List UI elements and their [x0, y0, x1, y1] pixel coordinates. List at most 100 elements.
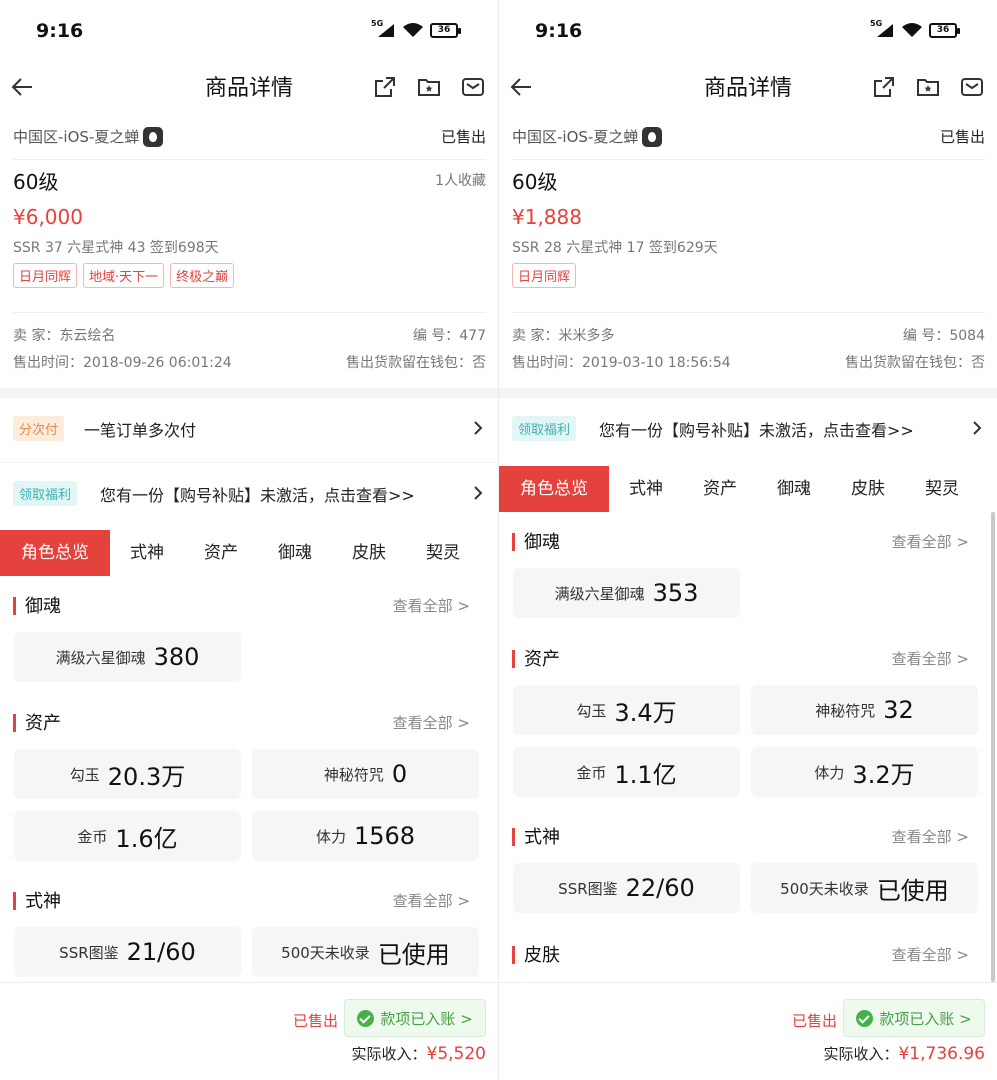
payment-status-button[interactable]: 款项已入账 > [344, 999, 486, 1037]
stat-card: 体力 3.2万 [751, 747, 978, 797]
tab-contract[interactable]: 契灵 [905, 466, 979, 512]
section-header: 资产 查看全部 > [512, 645, 969, 671]
chevron-right-icon [472, 420, 484, 436]
promo-installment[interactable]: 分次付 一笔订单多次付 [0, 398, 498, 460]
item-code: 编 号：5084 [902, 328, 985, 344]
stat-card: 500天未收录 已使用 [252, 927, 479, 977]
status-time: 9:16 [535, 20, 583, 42]
section-header: 皮肤 查看全部 > [512, 941, 969, 967]
actual-income: 实际收入：¥5,520 [351, 1044, 487, 1064]
nav-bar: 商品详情 [499, 64, 997, 112]
section-header: 御魂 查看全部 > [512, 528, 969, 554]
sold-status: 已售出 [440, 128, 486, 146]
tab-shikigami[interactable]: 式神 [609, 466, 683, 512]
tab-soul[interactable]: 御魂 [757, 466, 831, 512]
tab-bar: 角色总览 式神 资产 御魂 皮肤 契灵 [0, 530, 498, 576]
server-row: 中国区-iOS-夏之蝉 已售出 [512, 114, 985, 160]
item-info: 60级 1人收藏 ¥6,000 SSR 37 六星式神 43 签到698天 日月… [13, 166, 486, 288]
stat-card: 神秘符咒 0 [252, 749, 479, 799]
favorite-folder-icon[interactable] [416, 74, 442, 100]
view-all-link[interactable]: 查看全部 > [892, 648, 969, 669]
promo-text: 一笔订单多次付 [84, 421, 197, 440]
view-all-link[interactable]: 查看全部 > [892, 944, 969, 965]
footer-bar: 已售出 款项已入账 > 实际收入：¥1,736.96 [499, 982, 997, 1080]
stat-card: 金币 1.1亿 [513, 747, 740, 797]
tab-skin[interactable]: 皮肤 [332, 530, 406, 576]
apple-logo-icon [143, 126, 164, 147]
item-code: 编 号：477 [412, 328, 486, 344]
wifi-icon [901, 22, 923, 38]
section-header: 资产 查看全部 > [13, 709, 470, 735]
tab-contract[interactable]: 契灵 [406, 530, 480, 576]
battery-icon: 36 [929, 22, 960, 38]
payment-status-button[interactable]: 款项已入账 > [843, 999, 985, 1037]
favorite-count: 1人收藏 [435, 173, 486, 189]
promo-subsidy[interactable]: 领取福利 您有一份【购号补贴】未激活，点击查看>> [499, 398, 997, 460]
account-level: 60级 [512, 170, 558, 194]
panel-left: 9:16 5G 36 商品详情 中国区-iOS-夏之蝉 已售出 60级 1人收藏… [0, 0, 498, 1080]
network-type: 5G [371, 19, 384, 28]
network-type: 5G [870, 19, 883, 28]
divider [499, 388, 997, 398]
sold-time: 售出时间：2018-09-26 06:01:24 [13, 355, 232, 371]
tab-skin[interactable]: 皮肤 [831, 466, 905, 512]
account-level: 60级 [13, 170, 59, 194]
mail-icon[interactable] [959, 74, 985, 100]
nav-bar: 商品详情 [0, 64, 498, 112]
tab-overview[interactable]: 角色总览 [499, 466, 609, 512]
wallet-status: 售出货款留在钱包：否 [346, 355, 486, 371]
promo-subsidy[interactable]: 领取福利 您有一份【购号补贴】未激活，点击查看>> [0, 462, 498, 524]
panel-right: 9:16 5G 36 商品详情 中国区-iOS-夏之蝉 已售出 60级 ¥1,8… [499, 0, 997, 1080]
scrollbar[interactable] [991, 512, 995, 982]
chevron-right-icon [971, 420, 983, 436]
section-header: 御魂 查看全部 > [13, 592, 470, 618]
promo-text: 您有一份【购号补贴】未激活，点击查看>> [599, 421, 914, 440]
stat-card: 满级六星御魂 353 [513, 568, 740, 618]
check-circle-icon [357, 1009, 375, 1027]
section-title: 式神 [524, 827, 560, 848]
tag-list: 日月同辉 [512, 263, 985, 288]
tab-assets[interactable]: 资产 [184, 530, 258, 576]
sold-status: 已售出 [939, 128, 985, 146]
status-bar: 9:16 5G 36 [499, 0, 997, 64]
section-title: 御魂 [25, 596, 61, 617]
promo-text: 您有一份【购号补贴】未激活，点击查看>> [100, 486, 415, 505]
favorite-folder-icon[interactable] [915, 74, 941, 100]
stat-card: 满级六星御魂 380 [14, 632, 241, 682]
view-all-link[interactable]: 查看全部 > [393, 890, 470, 911]
view-all-link[interactable]: 查看全部 > [892, 826, 969, 847]
view-all-link[interactable]: 查看全部 > [892, 531, 969, 552]
account-stats: SSR 37 六星式神 43 签到698天 [13, 240, 219, 256]
section-title: 皮肤 [524, 945, 560, 966]
seller-name: 卖 家：米米多多 [512, 328, 615, 344]
cellular-signal-icon: 5G [870, 19, 895, 38]
section-title: 资产 [25, 713, 61, 734]
view-all-link[interactable]: 查看全部 > [393, 712, 470, 733]
cellular-signal-icon: 5G [371, 19, 396, 38]
stat-card: 勾玉 3.4万 [513, 685, 740, 735]
section-header: 式神 查看全部 > [512, 823, 969, 849]
tag: 日月同辉 [13, 263, 78, 288]
section-header: 式神 查看全部 > [13, 887, 470, 913]
tab-assets[interactable]: 资产 [683, 466, 757, 512]
tab-overview[interactable]: 角色总览 [0, 530, 110, 576]
view-all-link[interactable]: 查看全部 > [393, 595, 470, 616]
stat-card: 金币 1.6亿 [14, 811, 241, 861]
actual-income: 实际收入：¥1,736.96 [823, 1044, 985, 1064]
share-icon[interactable] [372, 74, 398, 100]
tag-list: 日月同辉 地域·天下一 终极之巅 [13, 263, 486, 288]
seller-info: 卖 家：东云绘名 编 号：477 售出时间：2018-09-26 06:01:2… [13, 312, 486, 379]
mail-icon[interactable] [460, 74, 486, 100]
stat-card: 神秘符咒 32 [751, 685, 978, 735]
item-info: 60级 ¥1,888 SSR 28 六星式神 17 签到629天 日月同辉 [512, 166, 985, 288]
tab-shikigami[interactable]: 式神 [110, 530, 184, 576]
status-time: 9:16 [36, 20, 84, 42]
share-icon[interactable] [871, 74, 897, 100]
stat-card: SSR图鉴 21/60 [14, 927, 241, 977]
tab-soul[interactable]: 御魂 [258, 530, 332, 576]
section-title: 式神 [25, 891, 61, 912]
tag: 终极之巅 [170, 263, 235, 288]
tag: 地域·天下一 [83, 263, 165, 288]
price: ¥6,000 [13, 205, 83, 229]
server-name: 中国区-iOS-夏之蝉 [13, 128, 140, 146]
